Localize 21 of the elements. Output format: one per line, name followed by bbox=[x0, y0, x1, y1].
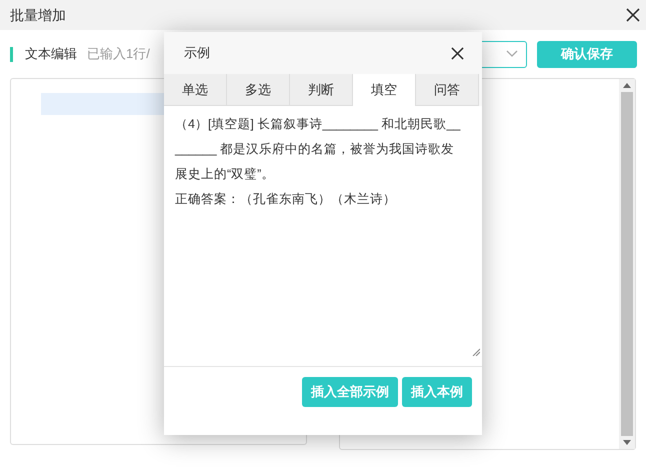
chevron-down-icon bbox=[506, 50, 518, 58]
input-status: 已输入1行/ bbox=[87, 45, 150, 64]
scroll-up-icon[interactable] bbox=[623, 83, 631, 88]
resize-handle-icon[interactable] bbox=[472, 348, 480, 356]
dialog-title: 示例 bbox=[184, 44, 210, 62]
section-marker bbox=[10, 46, 13, 62]
scrollbar-thumb[interactable] bbox=[621, 92, 633, 436]
dialog-tab[interactable]: 问答 bbox=[416, 74, 479, 106]
close-icon[interactable] bbox=[451, 46, 464, 60]
scroll-down-icon[interactable] bbox=[623, 440, 631, 445]
example-text: （4）[填空题] 长篇叙事诗________ 和北朝民歌________ 都是汉乐府中的名篇，被誉为我国诗歌发展史上的“双璧”。 bbox=[175, 116, 462, 183]
example-text: 正确答案：（孔雀东南飞）（木兰诗） bbox=[175, 191, 397, 208]
section-title: 文本编辑 bbox=[25, 45, 77, 64]
dialog-tab[interactable]: 判断 bbox=[290, 74, 353, 106]
close-icon[interactable] bbox=[626, 8, 640, 22]
scrollbar[interactable] bbox=[619, 79, 635, 449]
dialog-tab[interactable]: 填空 bbox=[353, 74, 416, 106]
dialog-tab[interactable]: 多选 bbox=[227, 74, 290, 106]
dialog-tab[interactable]: 单选 bbox=[164, 74, 227, 106]
example-textarea[interactable]: （4）[填空题] 长篇叙事诗________ 和北朝民歌________ 都是汉乐府中的名篇，被誉为我国诗歌发展史上的“双璧”。 正确答案：（孔雀东南飞）（木兰诗） bbox=[164, 106, 482, 366]
window-title: 批量增加 bbox=[10, 6, 66, 24]
